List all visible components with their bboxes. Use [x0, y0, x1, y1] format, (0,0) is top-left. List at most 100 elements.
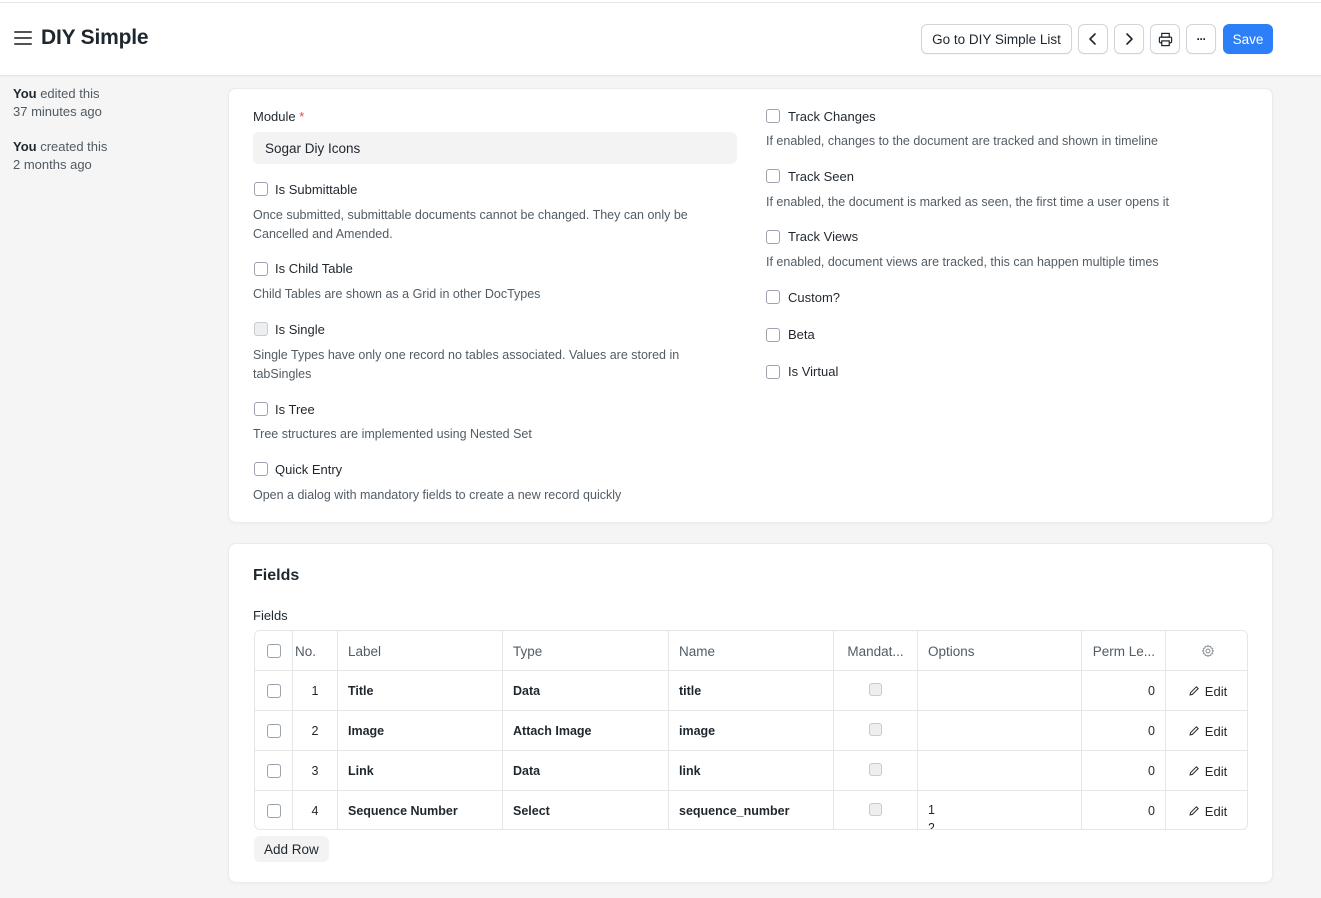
row-options[interactable] — [918, 751, 1082, 791]
mandatory-checkbox[interactable] — [869, 683, 882, 696]
print-button[interactable] — [1150, 24, 1180, 54]
row-number: 3 — [293, 751, 338, 791]
edited-by: You — [13, 86, 37, 101]
chevron-left-icon — [1089, 33, 1096, 45]
table-row[interactable]: 2 Image Attach Image image 0 Edit — [255, 711, 1247, 751]
beta-checkbox[interactable] — [766, 328, 780, 342]
next-button[interactable] — [1114, 24, 1144, 54]
row-select-cell — [255, 791, 293, 829]
quick-entry-checkbox[interactable] — [254, 462, 268, 476]
row-select-cell — [255, 671, 293, 711]
is-submittable-description: Once submitted, submittable documents ca… — [253, 208, 688, 241]
add-row-button[interactable]: Add Row — [254, 836, 329, 862]
row-type[interactable]: Data — [503, 751, 669, 791]
row-options[interactable]: 1 2 — [918, 791, 1082, 829]
row-edit-button[interactable]: Edit — [1166, 751, 1247, 791]
row-mandatory — [834, 711, 918, 751]
is-child-table-description: Child Tables are shown as a Grid in othe… — [253, 287, 541, 301]
is-single-checkbox[interactable] — [254, 322, 268, 336]
table-row[interactable]: 3 Link Data link 0 Edit — [255, 751, 1247, 791]
fields-grid-label: Fields — [253, 608, 288, 623]
sidebar-timeline: You edited this 37 minutes ago You creat… — [13, 85, 213, 191]
row-edit-button[interactable]: Edit — [1166, 791, 1247, 829]
row-name[interactable]: title — [669, 671, 834, 711]
mandatory-checkbox[interactable] — [869, 723, 882, 736]
column-header-label: Label — [338, 631, 503, 671]
quick-entry-label: Quick Entry — [275, 462, 343, 477]
edited-time: 37 minutes ago — [13, 104, 102, 119]
row-edit-button[interactable]: Edit — [1166, 711, 1247, 751]
column-header-name: Name — [669, 631, 834, 671]
timeline-created: You created this 2 months ago — [13, 138, 213, 174]
row-name[interactable]: link — [669, 751, 834, 791]
row-name[interactable]: image — [669, 711, 834, 751]
row-number: 1 — [293, 671, 338, 711]
row-type[interactable]: Select — [503, 791, 669, 829]
menu-icon[interactable] — [14, 31, 32, 45]
row-perm-level[interactable]: 0 — [1082, 711, 1166, 751]
row-type[interactable]: Attach Image — [503, 711, 669, 751]
row-type[interactable]: Data — [503, 671, 669, 711]
is-child-table-checkbox[interactable] — [254, 262, 268, 276]
row-checkbox[interactable] — [266, 764, 281, 778]
custom-checkbox[interactable] — [766, 290, 780, 304]
page-title: DIY Simple — [41, 26, 149, 49]
track-views-description: If enabled, document views are tracked, … — [766, 255, 1159, 269]
row-mandatory — [834, 751, 918, 791]
gear-icon[interactable] — [1201, 644, 1215, 658]
row-label[interactable]: Sequence Number — [338, 791, 503, 829]
edit-label: Edit — [1204, 683, 1228, 699]
quick-entry-description: Open a dialog with mandatory fields to c… — [253, 488, 622, 502]
row-number: 4 — [293, 791, 338, 829]
is-virtual-checkbox[interactable] — [766, 365, 780, 379]
is-child-table-label: Is Child Table — [275, 261, 353, 276]
more-actions-button[interactable]: ··· — [1186, 24, 1216, 54]
row-label[interactable]: Link — [338, 751, 503, 791]
row-options[interactable] — [918, 711, 1082, 751]
row-label[interactable]: Image — [338, 711, 503, 751]
row-checkbox[interactable] — [266, 804, 281, 818]
track-views-checkbox[interactable] — [766, 230, 780, 244]
row-checkbox[interactable] — [266, 724, 281, 738]
is-submittable-label: Is Submittable — [275, 182, 358, 197]
row-checkbox[interactable] — [266, 684, 281, 698]
required-marker: * — [299, 109, 305, 124]
row-label[interactable]: Title — [338, 671, 503, 711]
column-settings-cell[interactable] — [1166, 631, 1247, 671]
column-header-options: Options — [918, 631, 1082, 671]
mandatory-checkbox[interactable] — [869, 763, 882, 776]
select-all-checkbox[interactable] — [266, 644, 281, 658]
go-to-list-button[interactable]: Go to DIY Simple List — [921, 24, 1072, 54]
column-header-perm-level: Perm Le... — [1082, 631, 1166, 671]
row-options[interactable] — [918, 671, 1082, 711]
track-changes-description: If enabled, changes to the document are … — [766, 134, 1158, 148]
pencil-icon — [1189, 806, 1199, 816]
is-single-label: Is Single — [275, 322, 325, 337]
row-perm-level[interactable]: 0 — [1082, 671, 1166, 711]
track-views-label: Track Views — [788, 229, 859, 244]
is-tree-checkbox[interactable] — [254, 402, 268, 416]
module-input[interactable]: Sogar Diy Icons — [253, 132, 737, 164]
table-row[interactable]: 4 Sequence Number Select sequence_number… — [255, 791, 1247, 829]
row-perm-level[interactable]: 0 — [1082, 751, 1166, 791]
is-tree-label: Is Tree — [275, 402, 315, 417]
created-time: 2 months ago — [13, 157, 92, 172]
ellipsis-icon: ··· — [1196, 32, 1207, 46]
module-label: Module * — [253, 109, 304, 124]
row-edit-button[interactable]: Edit — [1166, 671, 1247, 711]
save-button[interactable]: Save — [1223, 24, 1273, 54]
timeline-edited: You edited this 37 minutes ago — [13, 85, 213, 121]
previous-button[interactable] — [1078, 24, 1108, 54]
track-seen-checkbox[interactable] — [766, 169, 780, 183]
grid-header-row: No. Label Type Name Mandat... Options Pe… — [255, 631, 1247, 671]
row-select-cell — [255, 711, 293, 751]
track-changes-checkbox[interactable] — [766, 109, 780, 123]
is-single-description: Single Types have only one record no tab… — [253, 348, 680, 381]
chevron-right-icon — [1126, 33, 1133, 45]
is-submittable-checkbox[interactable] — [254, 182, 268, 196]
row-perm-level[interactable]: 0 — [1082, 791, 1166, 829]
column-header-type: Type — [503, 631, 669, 671]
row-name[interactable]: sequence_number — [669, 791, 834, 829]
table-row[interactable]: 1 Title Data title 0 Edit — [255, 671, 1247, 711]
mandatory-checkbox[interactable] — [869, 803, 882, 816]
